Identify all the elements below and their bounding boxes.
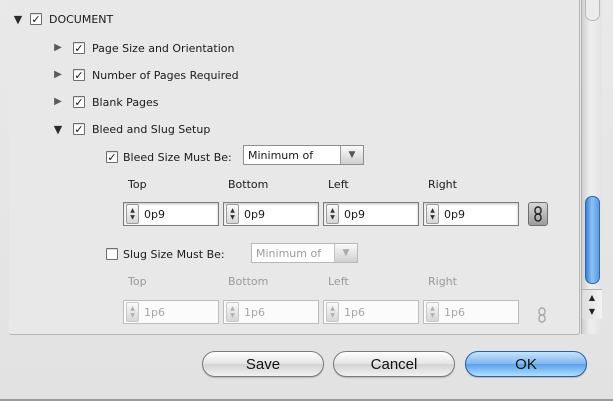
chain-link-icon [538,307,546,323]
bleed-left-field[interactable]: ▲ ▼ 0p9 [323,202,419,226]
tree-row-page-size[interactable]: ▶ ✓ Page Size and Orientation [52,40,235,56]
number-of-pages-checkbox[interactable]: ✓ [73,69,85,81]
slug-top-field[interactable]: ▲ ▼ 1p6 [123,300,219,324]
bleed-right-value: 0p9 [444,207,465,221]
slug-bottom-field[interactable]: ▲ ▼ 1p6 [223,300,319,324]
stepper-arrows-icon[interactable]: ▲ ▼ [226,204,239,224]
scrollbar-track-top [585,0,600,21]
slug-checkbox[interactable]: ✓ [106,248,118,260]
stepper-arrows-icon[interactable]: ▲ ▼ [426,204,439,224]
tree-row-document[interactable]: ▼ ✓ DOCUMENT [12,11,113,27]
bleed-right-field[interactable]: ▲ ▼ 0p9 [423,202,519,226]
slug-mode-select[interactable]: Minimum of ▼ [251,243,358,263]
bleed-link-button[interactable] [528,202,548,226]
slug-mode-value: Minimum of [256,246,322,260]
slug-col-right: Right [428,275,457,288]
chevron-down-icon: ▼ [340,146,363,164]
bleed-col-right: Right [428,178,457,191]
bleed-top-field[interactable]: ▲ ▼ 0p9 [123,202,219,226]
document-checkbox[interactable]: ✓ [30,13,42,25]
save-button[interactable]: Save [202,351,324,377]
bleed-mode-value: Minimum of [248,148,314,162]
bleed-top-value: 0p9 [144,207,165,221]
slug-col-top: Top [128,275,147,288]
slug-label: Slug Size Must Be: [123,247,225,261]
bleed-checkbox[interactable]: ✓ [106,151,118,163]
ok-button[interactable]: OK [465,351,587,377]
disclosure-triangle-right-icon[interactable]: ▶ [52,69,64,81]
stepper-arrows-icon[interactable]: ▲ ▼ [426,302,439,322]
slug-col-bottom: Bottom [228,275,269,288]
stepper-arrows-icon[interactable]: ▲ ▼ [226,302,239,322]
stepper-arrows-icon[interactable]: ▲ ▼ [126,302,139,322]
scroll-up-arrow-icon[interactable]: ▲ [582,289,602,304]
slug-link-button[interactable] [536,306,548,324]
scroll-down-arrow-icon[interactable]: ▼ [582,304,602,319]
bleed-option-row[interactable]: ✓ Bleed Size Must Be: [106,149,232,165]
bleed-label: Bleed Size Must Be: [123,150,232,164]
slug-right-field[interactable]: ▲ ▼ 1p6 [423,300,519,324]
disclosure-triangle-right-icon[interactable]: ▶ [52,42,64,54]
disclosure-triangle-down-icon[interactable]: ▼ [12,13,24,25]
slug-right-value: 1p6 [444,305,465,319]
chevron-down-icon: ▼ [334,244,357,262]
disclosure-triangle-right-icon[interactable]: ▶ [52,96,64,108]
preflight-dialog: ▼ ✓ DOCUMENT ▶ ✓ Page Size and Orientati… [0,0,613,401]
bleed-slug-checkbox[interactable]: ✓ [73,123,85,135]
scrollbar-thumb[interactable] [585,196,600,284]
tree-label-number-of-pages: Number of Pages Required [92,68,239,82]
bleed-col-bottom: Bottom [228,178,269,191]
tree-label-document: DOCUMENT [49,12,114,26]
slug-bottom-value: 1p6 [244,305,265,319]
bleed-mode-select[interactable]: Minimum of ▼ [243,145,364,165]
tree-label-blank-pages: Blank Pages [92,95,159,109]
bleed-col-top: Top [128,178,147,191]
tree-row-blank-pages[interactable]: ▶ ✓ Blank Pages [52,94,159,110]
bleed-bottom-field[interactable]: ▲ ▼ 0p9 [223,202,319,226]
bleed-left-value: 0p9 [344,207,365,221]
bleed-col-left: Left [328,178,349,191]
settings-tree-panel: ▼ ✓ DOCUMENT ▶ ✓ Page Size and Orientati… [9,0,580,335]
slug-left-value: 1p6 [344,305,365,319]
chain-link-icon [534,206,542,222]
stepper-arrows-icon[interactable]: ▲ ▼ [126,204,139,224]
tree-row-number-of-pages[interactable]: ▶ ✓ Number of Pages Required [52,67,239,83]
stepper-arrows-icon[interactable]: ▲ ▼ [326,302,339,322]
tree-row-bleed-slug[interactable]: ▼ ✓ Bleed and Slug Setup [52,121,211,137]
slug-col-left: Left [328,275,349,288]
tree-label-bleed-slug: Bleed and Slug Setup [92,122,211,136]
slug-option-row[interactable]: ✓ Slug Size Must Be: [106,246,225,262]
cancel-button[interactable]: Cancel [333,351,455,377]
bleed-bottom-value: 0p9 [244,207,265,221]
stepper-arrows-icon[interactable]: ▲ ▼ [326,204,339,224]
blank-pages-checkbox[interactable]: ✓ [73,96,85,108]
tree-label-page-size: Page Size and Orientation [92,41,235,55]
slug-top-value: 1p6 [144,305,165,319]
slug-left-field[interactable]: ▲ ▼ 1p6 [323,300,419,324]
disclosure-triangle-down-icon[interactable]: ▼ [52,123,64,135]
vertical-scrollbar[interactable]: ▲ ▼ [581,0,602,334]
page-size-checkbox[interactable]: ✓ [73,42,85,54]
